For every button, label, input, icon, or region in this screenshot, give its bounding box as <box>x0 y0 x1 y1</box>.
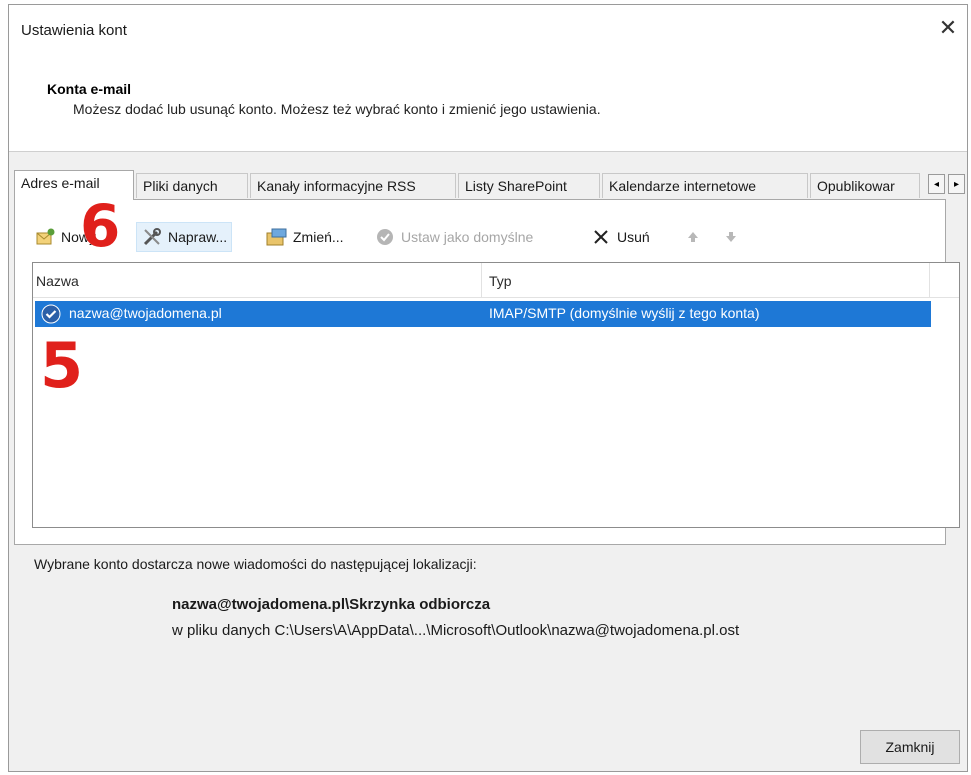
tab-email[interactable]: Adres e-mail <box>14 170 134 200</box>
tab-published-calendars[interactable]: Opublikowar <box>810 173 920 198</box>
title-bar: Ustawienia kont ✕ <box>9 5 967 65</box>
tab-rss-feeds[interactable]: Kanały informacyjne RSS <box>250 173 456 198</box>
close-window-icon[interactable]: ✕ <box>935 15 961 41</box>
repair-label: Napraw... <box>168 229 228 245</box>
new-account-icon <box>34 226 56 248</box>
column-divider <box>929 263 930 297</box>
column-header-type[interactable]: Typ <box>489 273 512 289</box>
tab-scroll-left-icon[interactable]: ◂ <box>928 174 945 194</box>
default-account-check-icon <box>41 304 61 327</box>
delivery-info: Wybrane konto dostarcza nowe wiadomości … <box>34 556 477 572</box>
change-account-icon <box>266 226 288 248</box>
delivery-folder: nazwa@twojadomena.pl\Skrzynka odbiorcza <box>172 596 491 613</box>
annotation-number-5: 5 <box>40 329 84 402</box>
move-down-button[interactable] <box>720 222 747 252</box>
move-up-icon <box>682 226 704 248</box>
set-default-label: Ustaw jako domyślne <box>401 229 534 245</box>
tab-data-files[interactable]: Pliki danych <box>136 173 248 198</box>
repair-tools-icon <box>141 226 163 248</box>
tab-sharepoint-lists[interactable]: Listy SharePoint <box>458 173 600 198</box>
account-name: nazwa@twojadomena.pl <box>69 305 222 321</box>
account-row[interactable]: nazwa@twojadomena.pl IMAP/SMTP (domyślni… <box>35 301 931 327</box>
remove-button[interactable]: Usuń <box>590 222 650 252</box>
list-header: Nazwa Typ <box>33 263 959 298</box>
section-heading: Konta e-mail <box>47 81 132 97</box>
repair-button[interactable]: Napraw... <box>136 222 233 252</box>
section-description: Możesz dodać lub usunąć konto. Możesz te… <box>73 101 601 117</box>
annotation-number-6: 6 <box>80 192 121 260</box>
accounts-list[interactable]: Nazwa Typ nazwa@twojadomena.pl IMAP/SMTP… <box>32 262 960 528</box>
column-divider <box>481 263 482 297</box>
set-default-button[interactable]: Ustaw jako domyślne <box>374 222 533 252</box>
remove-label: Usuń <box>617 229 650 245</box>
change-label: Zmień... <box>293 229 344 245</box>
change-button[interactable]: Zmień... <box>266 222 344 252</box>
move-up-button[interactable] <box>682 222 709 252</box>
tab-scroll-right-icon[interactable]: ▸ <box>948 174 965 194</box>
window-title: Ustawienia kont <box>21 22 127 39</box>
delivery-path: w pliku danych C:\Users\A\AppData\...\Mi… <box>172 622 740 639</box>
tab-internet-calendars[interactable]: Kalendarze internetowe <box>602 173 808 198</box>
remove-x-icon <box>590 226 612 248</box>
set-default-check-icon <box>374 226 396 248</box>
move-down-icon <box>720 226 742 248</box>
close-button[interactable]: Zamknij <box>860 730 960 764</box>
column-header-name[interactable]: Nazwa <box>36 273 79 289</box>
account-type: IMAP/SMTP (domyślnie wyślij z tego konta… <box>489 305 760 321</box>
